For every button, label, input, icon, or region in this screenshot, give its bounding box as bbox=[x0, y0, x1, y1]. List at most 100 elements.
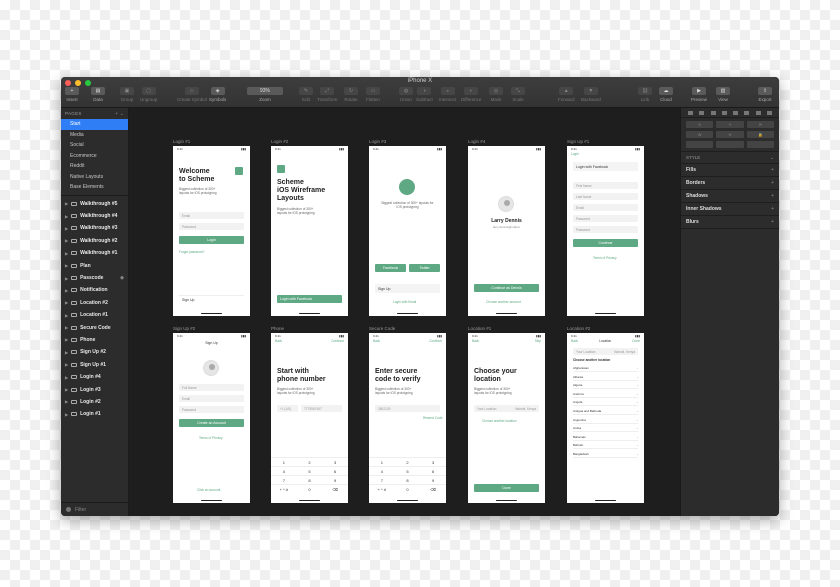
artboard-login-3[interactable]: Login #3 9:41 ▮▮▮ Biggest collection of 3… bbox=[369, 139, 446, 316]
lock-ratio-icon[interactable]: 🔒 bbox=[746, 131, 774, 138]
country-row[interactable]: Andorra › bbox=[573, 391, 638, 398]
style-section-fills[interactable]: Fills + bbox=[681, 164, 779, 177]
done-link[interactable]: Done bbox=[632, 339, 640, 343]
back-button[interactable]: Back bbox=[275, 339, 282, 343]
disclosure-triangle-icon[interactable]: ▶ bbox=[65, 399, 68, 404]
terms-link[interactable]: Terms of Privacy bbox=[199, 436, 223, 440]
country-row[interactable]: Bahamas › bbox=[573, 434, 638, 441]
first-name-field[interactable]: First Name bbox=[573, 182, 638, 189]
toolbar-transform-button[interactable]: ⤢ Transform bbox=[317, 87, 337, 102]
layer-item[interactable]: ▶ Location #2 bbox=[61, 297, 128, 309]
toolbar-backward-button[interactable]: ▼ Backward bbox=[581, 87, 601, 102]
disclosure-triangle-icon[interactable]: ▶ bbox=[65, 387, 68, 392]
add-page-icon[interactable]: + ⌄ bbox=[115, 111, 124, 117]
dial-key[interactable]: 7 bbox=[271, 475, 297, 484]
style-section-borders[interactable]: Borders + bbox=[681, 177, 779, 190]
continue-button[interactable]: Continue bbox=[573, 239, 638, 247]
toolbar-symbols-button[interactable]: ◈ Symbols bbox=[209, 87, 226, 102]
email-field[interactable]: Email bbox=[573, 204, 638, 211]
add-icon[interactable]: + bbox=[771, 167, 774, 173]
layer-item[interactable]: ▶ Walkthrough #4 bbox=[61, 210, 128, 222]
dial-key[interactable]: 0 bbox=[394, 484, 421, 493]
forgot-password-link[interactable]: Forgot password? bbox=[179, 250, 205, 254]
toolbar-data-button[interactable]: ▤ Data bbox=[91, 87, 105, 102]
disclosure-triangle-icon[interactable]: ▶ bbox=[65, 362, 68, 367]
password-field[interactable]: Password bbox=[179, 223, 244, 230]
back-button[interactable]: Back bbox=[571, 339, 578, 343]
password-field[interactable]: Password bbox=[573, 215, 638, 222]
layer-item[interactable]: ▶ Login #3 bbox=[61, 383, 128, 395]
chevron-down-icon[interactable]: ⌄ bbox=[770, 155, 774, 161]
disclosure-triangle-icon[interactable]: ▶ bbox=[65, 238, 68, 243]
page-item-reddit[interactable]: Reddit bbox=[61, 161, 128, 172]
height-field[interactable]: H bbox=[716, 131, 744, 138]
password-field[interactable]: Password bbox=[179, 406, 244, 413]
disclosure-triangle-icon[interactable]: ▶ bbox=[65, 214, 68, 219]
back-button[interactable]: Back bbox=[472, 339, 479, 343]
choose-another-account-link[interactable]: Choose another account bbox=[486, 300, 521, 304]
dial-key[interactable]: ⌫ bbox=[322, 484, 348, 493]
toolbar-view-button[interactable]: ▥ View bbox=[716, 87, 730, 102]
disclosure-triangle-icon[interactable]: ▶ bbox=[65, 325, 68, 330]
back-button[interactable]: Back bbox=[373, 339, 380, 343]
confirm-password-field[interactable]: Password bbox=[573, 226, 638, 233]
twitter-button[interactable]: Twitter bbox=[409, 264, 440, 272]
country-row[interactable]: Bangladesh › bbox=[573, 451, 638, 458]
dial-key[interactable]: 9 bbox=[322, 475, 348, 484]
country-row[interactable]: Aruba › bbox=[573, 425, 638, 433]
dial-key[interactable]: 8 bbox=[394, 475, 421, 484]
layer-item[interactable]: ▶ Notification bbox=[61, 284, 128, 296]
country-code-field[interactable]: +1 (US) bbox=[277, 405, 298, 412]
dial-key[interactable]: 3 bbox=[322, 457, 348, 466]
continue-link[interactable]: Continue bbox=[429, 339, 442, 343]
rotation-field[interactable]: ⟳ bbox=[746, 121, 774, 128]
page-item-native-layouts[interactable]: Native Layouts bbox=[61, 172, 128, 183]
align-right-icon[interactable] bbox=[710, 110, 716, 115]
last-name-field[interactable]: Last Name bbox=[573, 193, 638, 200]
code-field[interactable]: 3902129 bbox=[375, 405, 440, 412]
artboard-phone[interactable]: Phone 9:41 ▮▮▮ Back Continue Start with ph… bbox=[271, 326, 348, 503]
disclosure-triangle-icon[interactable]: ▶ bbox=[65, 375, 68, 380]
done-button[interactable]: Done bbox=[474, 484, 539, 492]
add-icon[interactable]: + bbox=[771, 219, 774, 225]
sign-up-row[interactable]: Sign Up bbox=[375, 284, 440, 293]
dial-key[interactable]: 2 bbox=[394, 457, 421, 466]
toolbar-edit-button[interactable]: ✎ Edit bbox=[299, 87, 313, 102]
country-row[interactable]: Antigua and Barbuda › bbox=[573, 408, 638, 415]
dial-key[interactable]: + * # bbox=[271, 484, 297, 493]
skip-link[interactable]: Skip bbox=[535, 339, 541, 343]
sign-up-row[interactable]: Sign Up bbox=[179, 295, 244, 304]
distribute-horizontal-icon[interactable] bbox=[755, 110, 761, 115]
dial-key[interactable]: + * # bbox=[369, 484, 395, 493]
continue-as-user-button[interactable]: Continue as Dennis bbox=[474, 284, 539, 292]
page-item-base-elements[interactable]: Base Elements bbox=[61, 182, 128, 193]
dial-key[interactable]: 9 bbox=[420, 475, 446, 484]
layer-item[interactable]: ▶ Sign Up #1 bbox=[61, 359, 128, 371]
canvas[interactable]: Login #1 9:41 ▮▮▮ Welcome to Scheme Bigge… bbox=[129, 108, 680, 516]
login-button[interactable]: Login bbox=[179, 236, 244, 244]
style-section-blurs[interactable]: Blurs + bbox=[681, 216, 779, 229]
toolbar-mask-button[interactable]: ◎ Mask bbox=[489, 87, 503, 102]
full-name-field[interactable]: Full Name bbox=[179, 384, 244, 391]
add-icon[interactable]: + bbox=[771, 206, 774, 212]
align-left-icon[interactable] bbox=[688, 110, 694, 115]
layer-item[interactable]: ▶ Walkthrough #3 bbox=[61, 222, 128, 234]
toolbar-create-symbol-button[interactable]: ◇ Create Symbol bbox=[177, 87, 207, 102]
page-item-start[interactable]: Start bbox=[61, 119, 128, 130]
dial-key[interactable]: 2 bbox=[296, 457, 323, 466]
country-row[interactable]: Angola › bbox=[573, 399, 638, 407]
width-field[interactable]: W bbox=[686, 131, 714, 138]
disclosure-triangle-icon[interactable]: ▶ bbox=[65, 276, 68, 281]
create-account-button[interactable]: Create an Account bbox=[179, 419, 244, 427]
artboard-login-4[interactable]: Login #4 9:41 ▮▮▮ Larry Dennis larry.denn… bbox=[468, 139, 545, 316]
disclosure-triangle-icon[interactable]: ▶ bbox=[65, 251, 68, 256]
disclosure-triangle-icon[interactable]: ▶ bbox=[65, 201, 68, 206]
email-field[interactable]: Email bbox=[179, 395, 244, 402]
field-b[interactable] bbox=[716, 141, 744, 148]
disclosure-triangle-icon[interactable]: ▶ bbox=[65, 300, 68, 305]
x-field[interactable]: X bbox=[686, 121, 714, 128]
distribute-vertical-icon[interactable] bbox=[766, 110, 772, 115]
dial-key[interactable]: 4 bbox=[369, 466, 395, 475]
dial-key[interactable]: 6 bbox=[420, 466, 446, 475]
layer-item[interactable]: ▶ Walkthrough #1 bbox=[61, 247, 128, 259]
